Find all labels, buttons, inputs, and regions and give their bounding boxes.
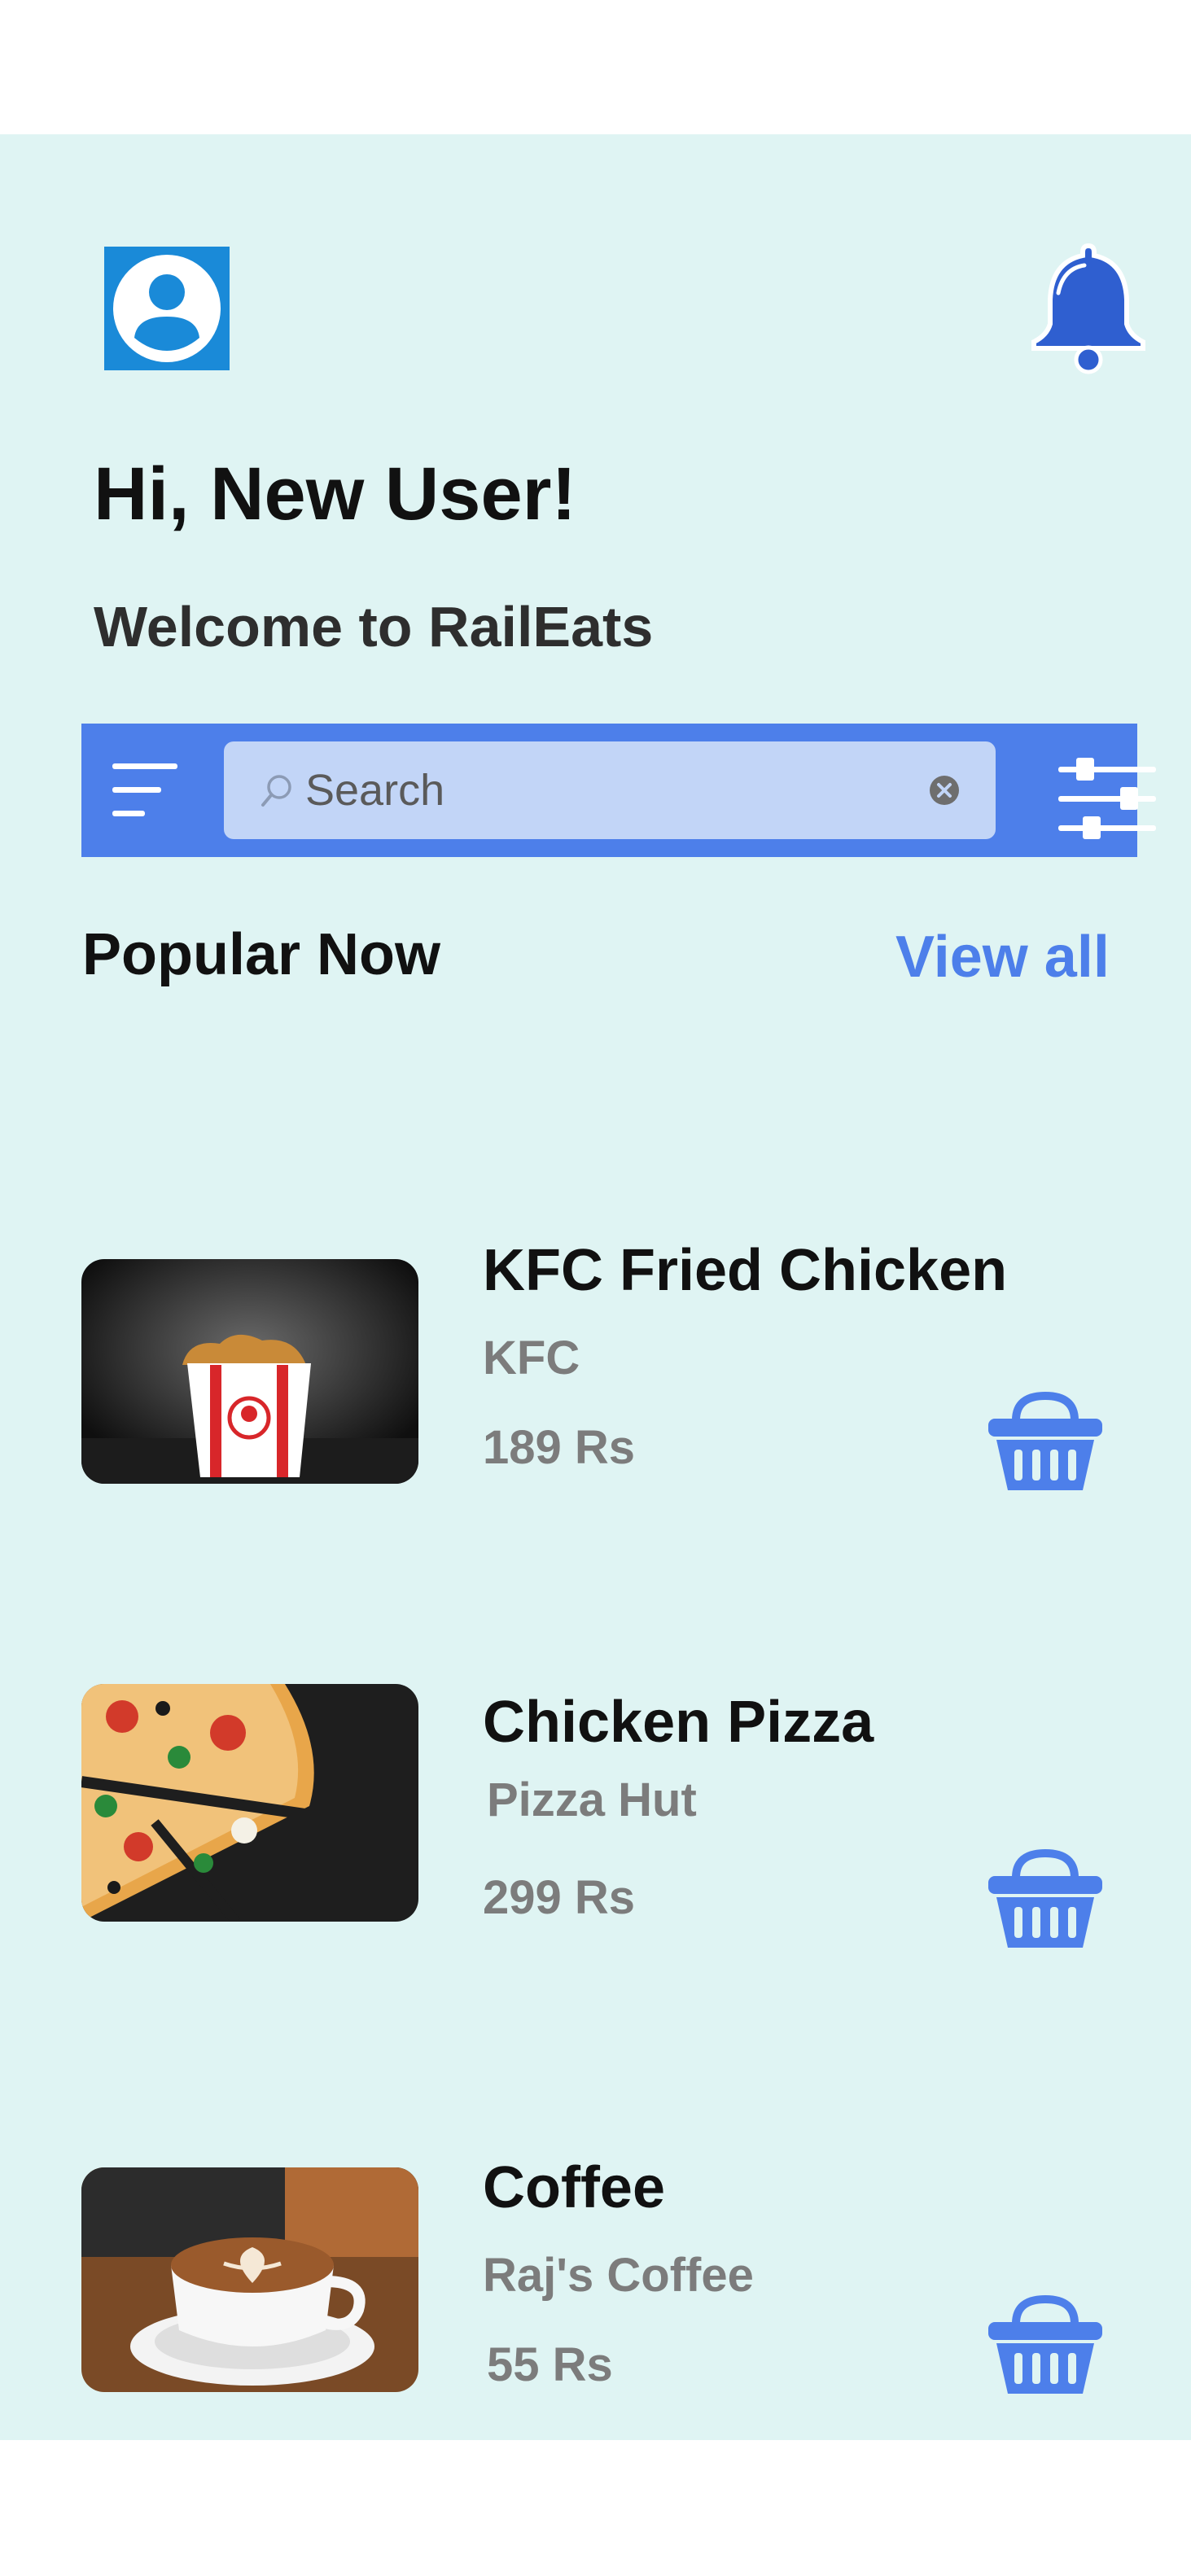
item-name: KFC Fried Chicken	[483, 1238, 1008, 1303]
search-icon	[260, 772, 296, 808]
view-all-link[interactable]: View all	[895, 924, 1110, 991]
list-item[interactable]: Chicken Pizza Pizza Hut 299 Rs	[0, 1541, 1191, 1948]
item-price: 299 Rs	[483, 1871, 636, 1924]
item-store: KFC	[483, 1332, 580, 1384]
search-input[interactable]	[305, 753, 875, 828]
filter-sliders-icon[interactable]	[1058, 754, 1156, 842]
list-item[interactable]: Coffee Raj's Coffee 55 Rs	[0, 2024, 1191, 2394]
add-to-basket-icon[interactable]	[985, 2293, 1106, 2397]
menu-icon[interactable]	[112, 760, 181, 820]
search-field[interactable]	[224, 741, 996, 839]
item-store: Raj's Coffee	[483, 2249, 754, 2302]
fried-chicken-image	[81, 1259, 418, 1484]
greeting-text: Hi, New User!	[94, 453, 577, 536]
home-screen: Hi, New User! Welcome to RailEats Search…	[0, 134, 1191, 2440]
bell-icon[interactable]	[1027, 236, 1149, 374]
user-avatar-icon[interactable]	[104, 247, 230, 370]
pizza-image	[81, 1684, 418, 1922]
item-price: 189 Rs	[483, 1421, 636, 1474]
item-store: Pizza Hut	[487, 1773, 697, 1826]
coffee-image	[81, 2167, 418, 2392]
welcome-text: Welcome to RailEats	[94, 595, 654, 658]
item-price: 55 Rs	[487, 2338, 613, 2391]
add-to-basket-icon[interactable]	[985, 1847, 1106, 1951]
add-to-basket-icon[interactable]	[985, 1389, 1106, 1494]
clear-icon[interactable]	[929, 775, 960, 806]
popular-now-title: Popular Now	[82, 922, 441, 987]
item-name: Chicken Pizza	[483, 1690, 874, 1755]
search-bar	[81, 724, 1156, 857]
item-name: Coffee	[483, 2155, 666, 2220]
list-item[interactable]: KFC Fried Chicken KFC 189 Rs	[0, 1087, 1191, 1490]
